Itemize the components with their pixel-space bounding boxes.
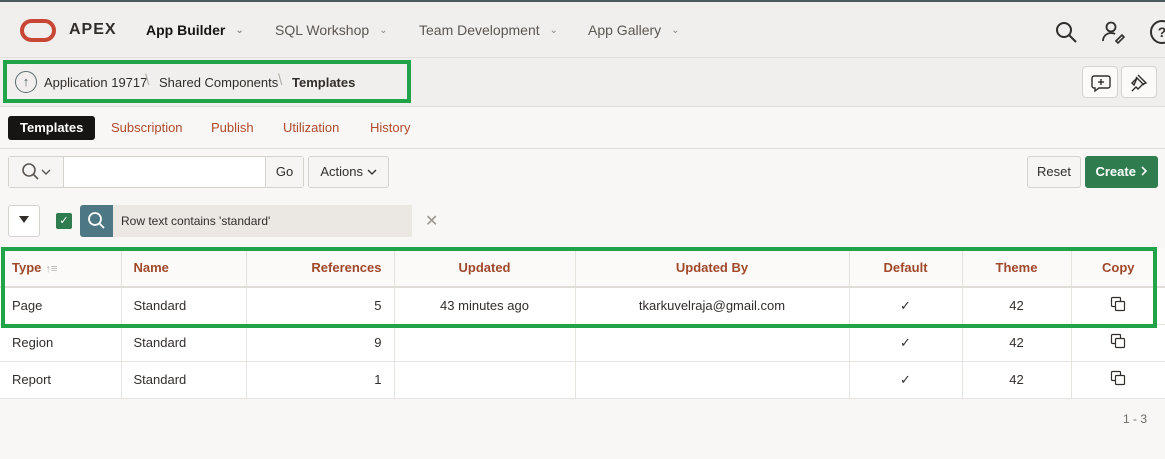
nav-team-development[interactable]: Team Development ⌄ xyxy=(419,22,558,38)
triangle-down-icon xyxy=(19,216,29,223)
column-header-type-label: Type xyxy=(12,259,42,275)
nav-sql-workshop-label: SQL Workshop xyxy=(275,22,370,38)
sort-ascending-icon: ↑≡ xyxy=(45,262,58,275)
cell-references-link[interactable]: 1 xyxy=(246,361,395,399)
check-icon: ✓ xyxy=(849,324,963,362)
chevron-down-icon: ⌄ xyxy=(379,25,388,36)
cell-type: Page xyxy=(0,287,122,325)
copy-icon[interactable] xyxy=(1110,333,1126,349)
copy-cell xyxy=(1071,324,1165,362)
cell-theme: 42 xyxy=(962,324,1072,362)
nav-team-development-label: Team Development xyxy=(419,22,540,38)
collapse-filters-button[interactable] xyxy=(8,205,40,237)
go-button[interactable]: Go xyxy=(265,157,303,187)
search-icon[interactable] xyxy=(1054,20,1078,44)
search-column-menu[interactable] xyxy=(9,157,64,187)
breadcrumb: ↑ Application 19717 \ Shared Components … xyxy=(0,58,1165,107)
oracle-logo-icon[interactable] xyxy=(20,19,56,42)
feedback-button[interactable] xyxy=(1082,66,1118,98)
chevron-down-icon xyxy=(367,169,377,175)
pin-icon xyxy=(1131,74,1148,92)
top-navigation: APEX App Builder ⌄ SQL Workshop ⌄ Team Dev… xyxy=(0,0,1165,58)
column-header-copy[interactable]: Copy xyxy=(1071,248,1165,288)
breadcrumb-separator: \ xyxy=(278,72,283,89)
cell-updated-by: tkarkuvelraja@gmail.com xyxy=(575,287,850,325)
search-bar: Go xyxy=(8,156,304,188)
chevron-right-icon xyxy=(1140,166,1147,176)
pagination-info: 1 - 3 xyxy=(1122,412,1147,426)
cell-type: Report xyxy=(0,361,122,399)
copy-icon[interactable] xyxy=(1110,370,1126,386)
cell-updated xyxy=(394,361,576,399)
reset-button[interactable]: Reset xyxy=(1027,156,1081,188)
cell-type: Region xyxy=(0,324,122,362)
cell-name-link[interactable]: Standard xyxy=(121,361,247,399)
column-header-name[interactable]: Name xyxy=(121,248,247,288)
tab-history[interactable]: History xyxy=(358,116,422,140)
chevron-down-icon: ⌄ xyxy=(671,25,680,36)
nav-app-builder[interactable]: App Builder ⌄ xyxy=(146,22,244,38)
create-label: Create xyxy=(1095,164,1136,179)
help-icon[interactable]: ? xyxy=(1150,20,1165,44)
column-header-type[interactable]: Type ↑≡ xyxy=(0,248,122,288)
create-button[interactable]: Create xyxy=(1085,156,1158,188)
check-icon: ✓ xyxy=(849,287,963,325)
tab-publish[interactable]: Publish xyxy=(199,116,266,140)
nav-app-gallery-label: App Gallery xyxy=(588,22,662,38)
close-icon[interactable]: ✕ xyxy=(425,211,438,231)
search-input[interactable] xyxy=(65,157,265,187)
table-row: Region Standard 9 ✓ 42 xyxy=(0,324,1165,362)
cell-updated: 43 minutes ago xyxy=(394,287,576,325)
user-settings-icon[interactable] xyxy=(1102,20,1126,44)
cell-references-link[interactable]: 5 xyxy=(246,287,395,325)
nav-sql-workshop[interactable]: SQL Workshop ⌄ xyxy=(275,22,388,38)
breadcrumb-templates: Templates xyxy=(292,75,356,90)
table-header-row: Type ↑≡ Name References Updated Updated B… xyxy=(0,248,1165,288)
breadcrumb-application[interactable]: Application 19717 xyxy=(44,75,147,90)
filter-label[interactable]: Row text contains 'standard' xyxy=(113,205,412,237)
tab-utilization[interactable]: Utilization xyxy=(271,116,351,140)
cell-updated-by xyxy=(575,361,850,399)
check-icon: ✓ xyxy=(849,361,963,399)
nav-app-builder-label: App Builder xyxy=(146,22,226,38)
tab-subscription[interactable]: Subscription xyxy=(99,116,195,140)
column-header-updated-by[interactable]: Updated By xyxy=(575,248,850,288)
breadcrumb-shared-components[interactable]: Shared Components xyxy=(159,75,278,90)
actions-button[interactable]: Actions xyxy=(308,156,389,188)
table-row: Page Standard 5 43 minutes ago tkarkuvel… xyxy=(0,287,1165,325)
cell-name-link[interactable]: Standard xyxy=(121,324,247,362)
cell-updated xyxy=(394,324,576,362)
column-header-references[interactable]: References xyxy=(246,248,395,288)
chevron-down-icon: ⌄ xyxy=(235,25,244,36)
copy-cell xyxy=(1071,361,1165,399)
copy-icon[interactable] xyxy=(1110,296,1126,312)
copy-cell xyxy=(1071,287,1165,325)
actions-label: Actions xyxy=(320,164,363,179)
column-header-default[interactable]: Default xyxy=(849,248,963,288)
cell-theme: 42 xyxy=(962,361,1072,399)
nav-app-gallery[interactable]: App Gallery ⌄ xyxy=(588,22,680,38)
arrow-up-icon[interactable]: ↑ xyxy=(15,71,37,93)
templates-report: Type ↑≡ Name References Updated Updated B… xyxy=(0,248,1165,399)
breadcrumb-separator: \ xyxy=(145,72,150,89)
table-row: Report Standard 1 ✓ 42 xyxy=(0,361,1165,399)
search-icon xyxy=(88,212,105,229)
pin-button[interactable] xyxy=(1121,66,1157,98)
cell-updated-by xyxy=(575,324,850,362)
cell-name-link[interactable]: Standard xyxy=(121,287,247,325)
column-header-updated[interactable]: Updated xyxy=(394,248,576,288)
tab-bar: Templates Subscription Publish Utilizati… xyxy=(0,107,1165,149)
tab-templates[interactable]: Templates xyxy=(8,116,96,140)
chevron-down-icon: ⌄ xyxy=(549,25,559,36)
filter-enabled-checkbox[interactable]: ✓ xyxy=(56,213,72,229)
apex-brand[interactable]: APEX xyxy=(69,21,117,39)
filter-type-icon xyxy=(80,205,113,237)
comment-plus-icon xyxy=(1091,75,1111,93)
search-icon xyxy=(22,163,51,180)
cell-references-link[interactable]: 9 xyxy=(246,324,395,362)
cell-theme: 42 xyxy=(962,287,1072,325)
column-header-theme[interactable]: Theme xyxy=(962,248,1072,288)
